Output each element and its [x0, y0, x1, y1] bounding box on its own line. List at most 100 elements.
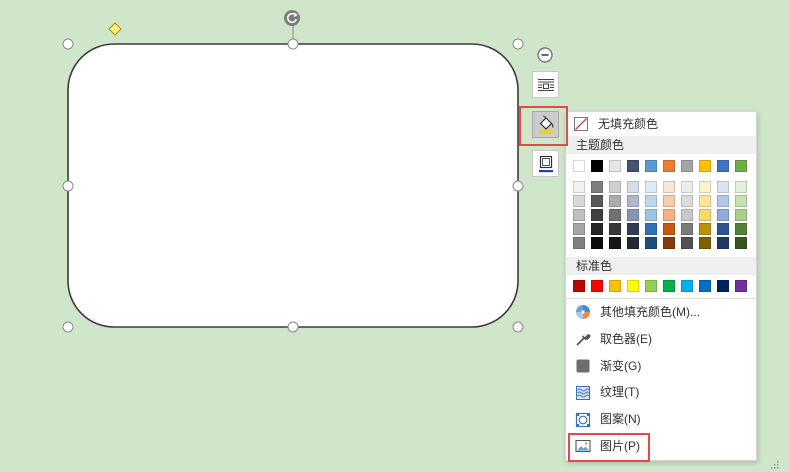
- theme-shade-swatch[interactable]: [591, 181, 603, 193]
- theme-shade-swatch[interactable]: [699, 237, 711, 249]
- eyedropper-item[interactable]: 取色器(E): [566, 326, 756, 353]
- shape-fill-button[interactable]: [532, 111, 559, 138]
- resize-handle-top-left[interactable]: [62, 38, 74, 50]
- theme-shade-swatch[interactable]: [699, 181, 711, 193]
- theme-shade-swatch[interactable]: [645, 181, 657, 193]
- theme-color-swatch[interactable]: [663, 160, 675, 172]
- theme-shade-swatch[interactable]: [663, 195, 675, 207]
- theme-shade-swatch[interactable]: [609, 223, 621, 235]
- theme-shade-swatch[interactable]: [681, 209, 693, 221]
- standard-color-swatch[interactable]: [609, 280, 621, 292]
- pattern-item[interactable]: 图案(N): [566, 406, 756, 433]
- theme-shade-swatch[interactable]: [573, 237, 585, 249]
- resize-grip-icon[interactable]: [768, 460, 780, 470]
- theme-shade-swatch[interactable]: [609, 237, 621, 249]
- resize-handle-bottom-left[interactable]: [62, 321, 74, 333]
- theme-color-swatch[interactable]: [735, 160, 747, 172]
- gradient-item[interactable]: 渐变(G): [566, 353, 756, 380]
- theme-shade-swatch[interactable]: [735, 195, 747, 207]
- theme-shade-swatch[interactable]: [573, 195, 585, 207]
- texture-item[interactable]: 纹理(T): [566, 379, 756, 406]
- theme-shade-swatch[interactable]: [681, 181, 693, 193]
- standard-color-swatch[interactable]: [681, 280, 693, 292]
- theme-shade-swatch[interactable]: [735, 223, 747, 235]
- theme-color-swatch[interactable]: [681, 160, 693, 172]
- theme-shade-swatch[interactable]: [573, 209, 585, 221]
- theme-shade-swatch[interactable]: [645, 209, 657, 221]
- resize-handle-bottom-right[interactable]: [512, 321, 524, 333]
- standard-color-swatch[interactable]: [663, 280, 675, 292]
- theme-color-swatch[interactable]: [627, 160, 639, 172]
- theme-shade-swatch[interactable]: [663, 237, 675, 249]
- theme-shade-swatch[interactable]: [735, 237, 747, 249]
- texture-icon: [575, 385, 591, 401]
- shape-outline-icon: [538, 155, 553, 172]
- theme-color-swatch[interactable]: [573, 160, 585, 172]
- theme-shade-swatch[interactable]: [645, 237, 657, 249]
- paint-bucket-icon: [538, 114, 553, 133]
- rounded-rectangle-shape[interactable]: [67, 43, 519, 328]
- theme-color-swatch[interactable]: [609, 160, 621, 172]
- theme-shade-swatch[interactable]: [699, 223, 711, 235]
- theme-shade-swatch[interactable]: [663, 181, 675, 193]
- resize-handle-right[interactable]: [512, 180, 524, 192]
- theme-shade-swatch[interactable]: [591, 195, 603, 207]
- theme-shade-swatch[interactable]: [609, 209, 621, 221]
- theme-shade-swatch[interactable]: [573, 181, 585, 193]
- shape-outline-button[interactable]: [532, 150, 559, 177]
- theme-shade-swatch[interactable]: [627, 223, 639, 235]
- layout-options-button[interactable]: [532, 71, 559, 98]
- theme-shade-swatch[interactable]: [717, 195, 729, 207]
- theme-shade-swatch[interactable]: [645, 223, 657, 235]
- theme-shade-swatch[interactable]: [717, 181, 729, 193]
- theme-color-swatch[interactable]: [591, 160, 603, 172]
- standard-color-swatch[interactable]: [591, 280, 603, 292]
- theme-shade-swatch[interactable]: [627, 237, 639, 249]
- standard-color-swatch[interactable]: [573, 280, 585, 292]
- resize-handle-bottom[interactable]: [287, 321, 299, 333]
- theme-shade-swatch[interactable]: [717, 237, 729, 249]
- resize-handle-left[interactable]: [62, 180, 74, 192]
- theme-shade-swatch[interactable]: [627, 209, 639, 221]
- adjustment-handle[interactable]: [108, 22, 122, 36]
- theme-shade-swatch[interactable]: [591, 209, 603, 221]
- more-fill-colors-item[interactable]: 其他填充颜色(M)...: [566, 299, 756, 326]
- more-fill-colors-label: 其他填充颜色(M)...: [600, 305, 700, 319]
- rotate-handle-icon[interactable]: [284, 10, 300, 26]
- picture-item[interactable]: 图片(P): [566, 433, 756, 460]
- theme-shade-swatch[interactable]: [735, 209, 747, 221]
- theme-shade-swatch[interactable]: [591, 237, 603, 249]
- standard-color-swatch[interactable]: [717, 280, 729, 292]
- theme-shade-swatch[interactable]: [681, 223, 693, 235]
- standard-color-swatch[interactable]: [627, 280, 639, 292]
- theme-shade-swatch[interactable]: [717, 209, 729, 221]
- theme-shade-swatch[interactable]: [735, 181, 747, 193]
- theme-color-swatch[interactable]: [699, 160, 711, 172]
- resize-handle-top-right[interactable]: [512, 38, 524, 50]
- theme-shade-swatch[interactable]: [609, 181, 621, 193]
- standard-color-swatch[interactable]: [735, 280, 747, 292]
- theme-shade-swatch[interactable]: [609, 195, 621, 207]
- theme-shade-swatch[interactable]: [663, 209, 675, 221]
- shade-row: [573, 181, 747, 193]
- theme-shade-swatch[interactable]: [717, 223, 729, 235]
- theme-shade-swatch[interactable]: [645, 195, 657, 207]
- theme-shade-swatch[interactable]: [663, 223, 675, 235]
- theme-shade-swatch[interactable]: [627, 195, 639, 207]
- fill-color-menu: 无填充颜色 主题颜色 标准色 其他填充颜色(M)... 取色器(E) 渐变(G)…: [565, 111, 757, 461]
- theme-shade-swatch[interactable]: [699, 209, 711, 221]
- standard-color-swatch[interactable]: [699, 280, 711, 292]
- collapse-toolbar-button[interactable]: [537, 47, 553, 63]
- theme-shade-swatch[interactable]: [591, 223, 603, 235]
- theme-shade-swatch[interactable]: [699, 195, 711, 207]
- resize-handle-top[interactable]: [287, 38, 299, 50]
- theme-color-swatch[interactable]: [645, 160, 657, 172]
- theme-color-swatch[interactable]: [717, 160, 729, 172]
- theme-shade-swatch[interactable]: [681, 237, 693, 249]
- no-fill-option[interactable]: 无填充颜色: [566, 114, 756, 134]
- theme-shade-swatch[interactable]: [627, 181, 639, 193]
- theme-shade-swatch[interactable]: [681, 195, 693, 207]
- shade-row: [573, 209, 747, 221]
- standard-color-swatch[interactable]: [645, 280, 657, 292]
- theme-shade-swatch[interactable]: [573, 223, 585, 235]
